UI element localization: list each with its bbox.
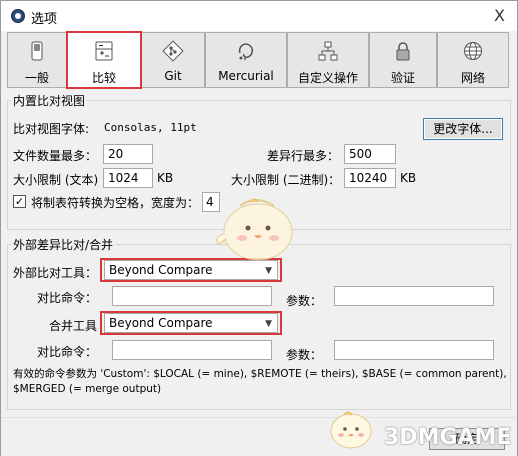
- window-title: 选项: [31, 12, 58, 27]
- max-diff-lines-field[interactable]: 500: [344, 144, 396, 164]
- git-icon: [162, 40, 184, 62]
- tab-general[interactable]: 一般: [7, 32, 67, 88]
- diff-args-label: 参数：: [286, 294, 323, 308]
- mercurial-icon: [238, 43, 253, 60]
- tab-label: 网络: [460, 71, 485, 85]
- merge-cmd-label: 对比命令：: [37, 345, 98, 359]
- calculator-icon: [95, 41, 113, 61]
- merge-args-field[interactable]: [334, 340, 494, 360]
- globe-icon: [464, 42, 482, 60]
- size-binary-field[interactable]: 10240: [344, 168, 396, 188]
- tab-label: Git: [164, 69, 182, 83]
- tab-label: 一般: [24, 71, 49, 85]
- size-binary-unit: KB: [400, 171, 417, 185]
- tab-label: Mercurial: [218, 69, 274, 83]
- diff-tool-label: 外部比对工具：: [13, 266, 98, 280]
- merge-cmd-field[interactable]: [112, 340, 272, 360]
- tab-label: 自定义操作: [297, 71, 358, 85]
- switch-icon: [31, 41, 43, 61]
- diff-cmd-label: 对比命令：: [37, 291, 98, 305]
- merge-tool-label: 合并工具: [49, 319, 98, 333]
- font-value: Consolas, 11pt: [104, 121, 197, 134]
- external-group-label: 外部差异比对/合并: [11, 236, 116, 253]
- app-icon: [11, 9, 25, 23]
- merge-tool-select[interactable]: Beyond Compare ▼: [104, 313, 278, 333]
- size-text-unit: KB: [157, 171, 174, 185]
- diff-tool-value: Beyond Compare: [109, 263, 213, 277]
- size-text-field[interactable]: 1024: [103, 168, 153, 188]
- max-diff-lines-label: 差异行最多：: [267, 149, 340, 163]
- change-font-button[interactable]: 更改字体...: [423, 118, 503, 140]
- diff-args-field[interactable]: [334, 286, 494, 306]
- mascot-logo-icon: [330, 411, 372, 449]
- tab-authentication[interactable]: 验证: [369, 32, 437, 88]
- tab-mercurial[interactable]: Mercurial: [205, 32, 287, 88]
- command-help-line-1: 有效的命令参数为 'Custom': $LOCAL (= mine), $REM…: [13, 368, 507, 380]
- chevron-down-icon: ▼: [265, 319, 272, 329]
- merge-args-label: 参数：: [286, 348, 323, 362]
- font-label: 比对视图字体:: [13, 122, 90, 136]
- mascot-watermark-icon: [216, 198, 293, 261]
- tab-network[interactable]: 网络: [437, 32, 509, 88]
- title-bar: 选项 X: [1, 1, 517, 31]
- close-icon[interactable]: X: [494, 6, 505, 25]
- lock-icon: [396, 42, 410, 61]
- size-text-label: 大小限制 (文本): [13, 173, 99, 187]
- command-help-line-2: $MERGED (= merge output): [13, 383, 162, 395]
- tabs-to-spaces-label: 将制表符转换为空格，宽度为：: [31, 196, 200, 210]
- tabs-to-spaces-checkbox[interactable]: ✓: [13, 195, 26, 208]
- tab-compare[interactable]: 比较: [66, 31, 142, 89]
- tab-git[interactable]: Git: [141, 32, 205, 88]
- watermark-text: 3DMGAME: [384, 425, 512, 450]
- max-files-field[interactable]: 20: [103, 144, 153, 164]
- merge-tool-value: Beyond Compare: [109, 316, 213, 330]
- tab-custom-actions[interactable]: 自定义操作: [287, 32, 369, 88]
- hierarchy-icon: [318, 41, 338, 61]
- max-files-label: 文件数量最多：: [13, 149, 98, 163]
- tab-label: 比较: [91, 71, 116, 85]
- options-toolbar: 一般 比较 Git Mercurial 自定义操作 验证 网络: [7, 31, 511, 89]
- builtin-group-label: 内置比对视图: [11, 92, 88, 109]
- size-binary-label: 大小限制 (二进制)：: [231, 173, 341, 187]
- diff-cmd-field[interactable]: [112, 286, 272, 306]
- tab-label: 验证: [390, 71, 415, 85]
